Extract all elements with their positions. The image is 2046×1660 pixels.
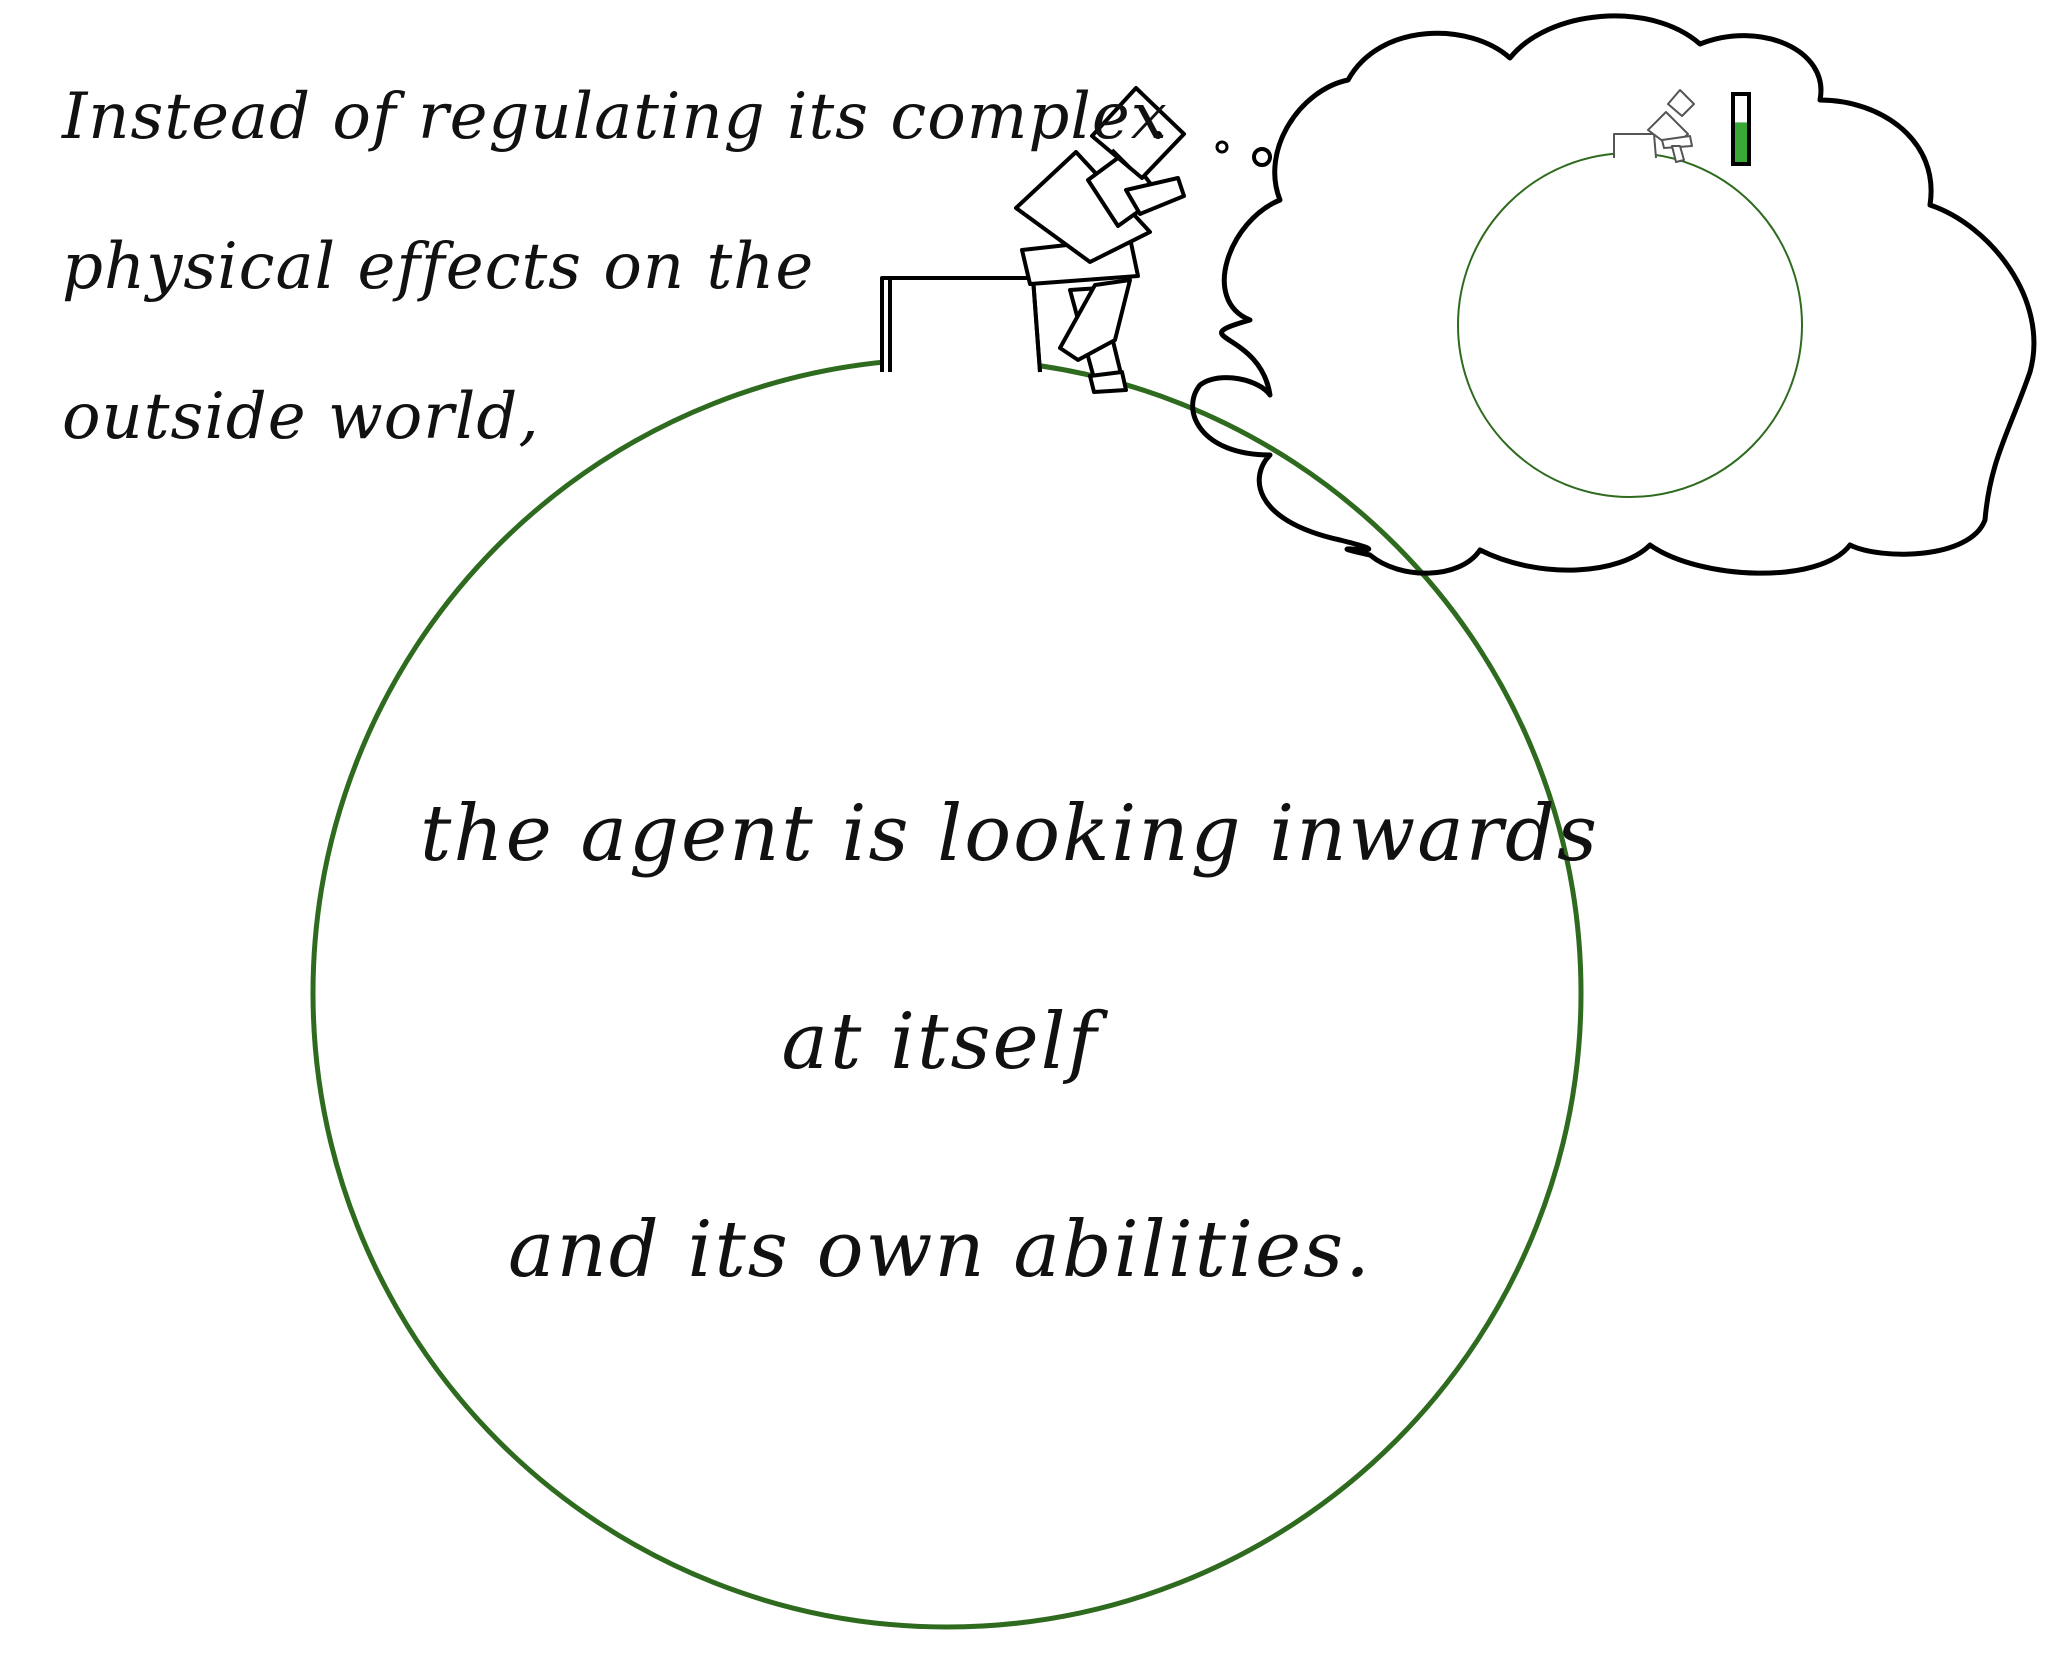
caption-line-3: outside world, <box>62 380 540 454</box>
thought-dot-small <box>1215 140 1229 154</box>
planet-caption-line-1: the agent is looking inwards <box>420 789 1600 879</box>
planet-caption: the agent is looking inwards at itself a… <box>420 730 1600 1354</box>
imagined-agent <box>1613 89 1695 163</box>
planet-caption-line-3: and its own abilities. <box>508 1205 1372 1295</box>
thought-dot-medium <box>1252 147 1272 167</box>
ability-meter <box>1731 92 1751 166</box>
imagined-planet <box>1457 152 1803 498</box>
caption-top: Instead of regulating its complex physic… <box>62 42 1168 492</box>
thought-bubble <box>1190 13 2037 576</box>
planet-caption-line-2: at itself <box>781 997 1099 1087</box>
meter-fill <box>1735 122 1747 162</box>
caption-line-1: Instead of regulating its complex <box>62 80 1168 154</box>
caption-line-2: physical effects on the <box>62 230 815 304</box>
